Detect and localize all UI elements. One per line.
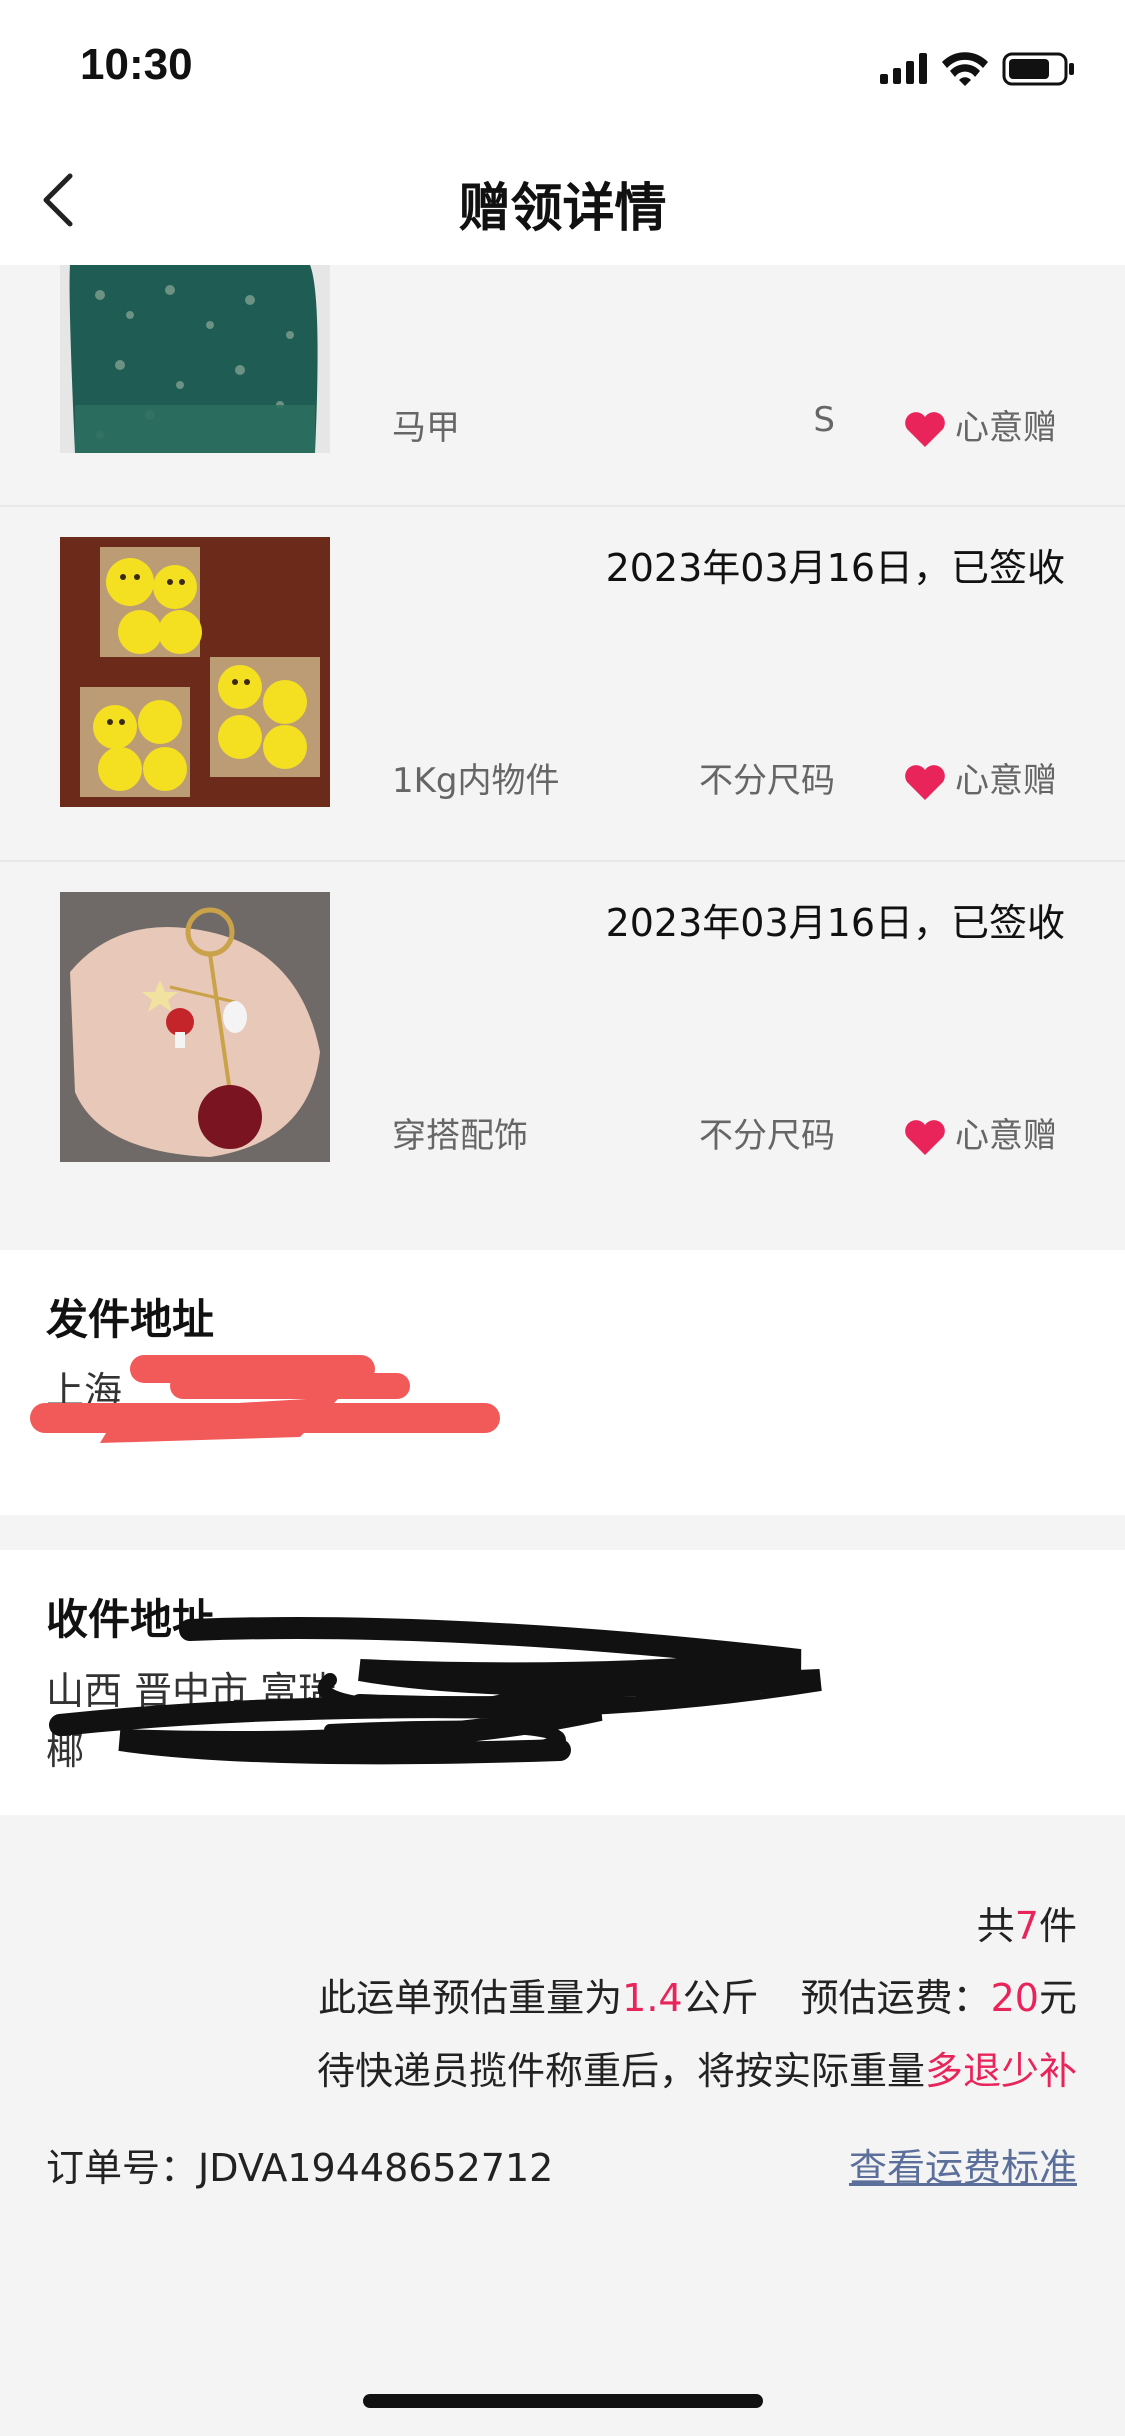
heart-icon [905, 1119, 945, 1155]
list-item[interactable]: 2023年03月16日，已签收 1Kg内物件 不分尺码 心意赠 [0, 507, 1125, 862]
item-date: 2023年03月16日，已签收 [605, 546, 1065, 590]
sender-address-card: 发件地址 上海 [0, 1250, 1125, 1515]
item-thumbnail [60, 892, 330, 1162]
wifi-icon [942, 52, 988, 86]
count-prefix: 共 [976, 1904, 1015, 1948]
heart-icon [905, 764, 945, 800]
order-value: JDVA19448652712 [198, 2146, 554, 2190]
status-time: 10:30 [80, 40, 193, 89]
home-indicator [363, 2394, 763, 2408]
weight-unit: 公斤 [682, 1976, 759, 2020]
order-number: 订单号：JDVA19448652712 [46, 2137, 553, 2192]
item-thumbnail [60, 537, 330, 807]
item-tag: 心意赠 [903, 400, 1057, 449]
note-prefix: 待快递员揽件称重后，将按实际重量 [316, 2049, 925, 2093]
sender-address-title: 发件地址 [46, 1295, 215, 1344]
item-name: 马甲 [392, 408, 460, 448]
note-accent: 多退少补 [924, 2049, 1077, 2093]
item-name: 穿搭配饰 [392, 1116, 528, 1156]
battery-icon [1002, 52, 1074, 86]
fee-prefix: 预估运费： [800, 1976, 991, 2020]
list-item[interactable]: 马甲 S 心意赠 [0, 265, 1125, 507]
item-size: 不分尺码 [699, 761, 835, 801]
fee-unit: 元 [1038, 1976, 1077, 2020]
item-tag: 心意赠 [903, 1108, 1057, 1157]
nav-bar: 赠领详情 [0, 130, 1125, 265]
item-tag-label: 心意赠 [955, 1116, 1057, 1156]
item-tag-label: 心意赠 [955, 761, 1057, 801]
item-name: 1Kg内物件 [392, 761, 560, 801]
item-thumbnail [60, 265, 330, 453]
list-item[interactable]: 2023年03月16日，已签收 穿搭配饰 不分尺码 心意赠 [0, 862, 1125, 1247]
item-tag: 心意赠 [903, 753, 1057, 802]
redaction-scribble [49, 1617, 822, 1765]
heart-icon [905, 411, 945, 447]
receiver-address-card: 收件地址 山西 晋中市 富瑞 椰 [0, 1550, 1125, 1815]
item-tag-label: 心意赠 [955, 408, 1057, 448]
redaction-scribble [30, 1355, 500, 1443]
status-bar: 10:30 [0, 0, 1125, 130]
count-suffix: 件 [1038, 1904, 1077, 1948]
weight-prefix: 此运单预估重量为 [318, 1976, 623, 2020]
item-size: 不分尺码 [699, 1116, 835, 1156]
fee-standard-link[interactable]: 查看运费标准 [849, 2137, 1077, 2192]
order-label: 订单号： [46, 2146, 199, 2190]
fee-value: 20 [990, 1976, 1039, 2020]
refund-note: 待快递员揽件称重后，将按实际重量多退少补 [317, 2040, 1077, 2095]
page-title: 赠领详情 [458, 179, 667, 239]
item-count: 共7件 [977, 1895, 1077, 1950]
item-size: S [813, 400, 835, 440]
signal-icon [880, 53, 927, 84]
status-icons [880, 52, 1074, 86]
weight-value: 1.4 [622, 1976, 683, 2020]
weight-fee-line: 此运单预估重量为1.4公斤 预估运费：20元 [318, 1967, 1077, 2022]
count-value: 7 [1014, 1904, 1039, 1948]
item-date: 2023年03月16日，已签收 [605, 901, 1065, 945]
